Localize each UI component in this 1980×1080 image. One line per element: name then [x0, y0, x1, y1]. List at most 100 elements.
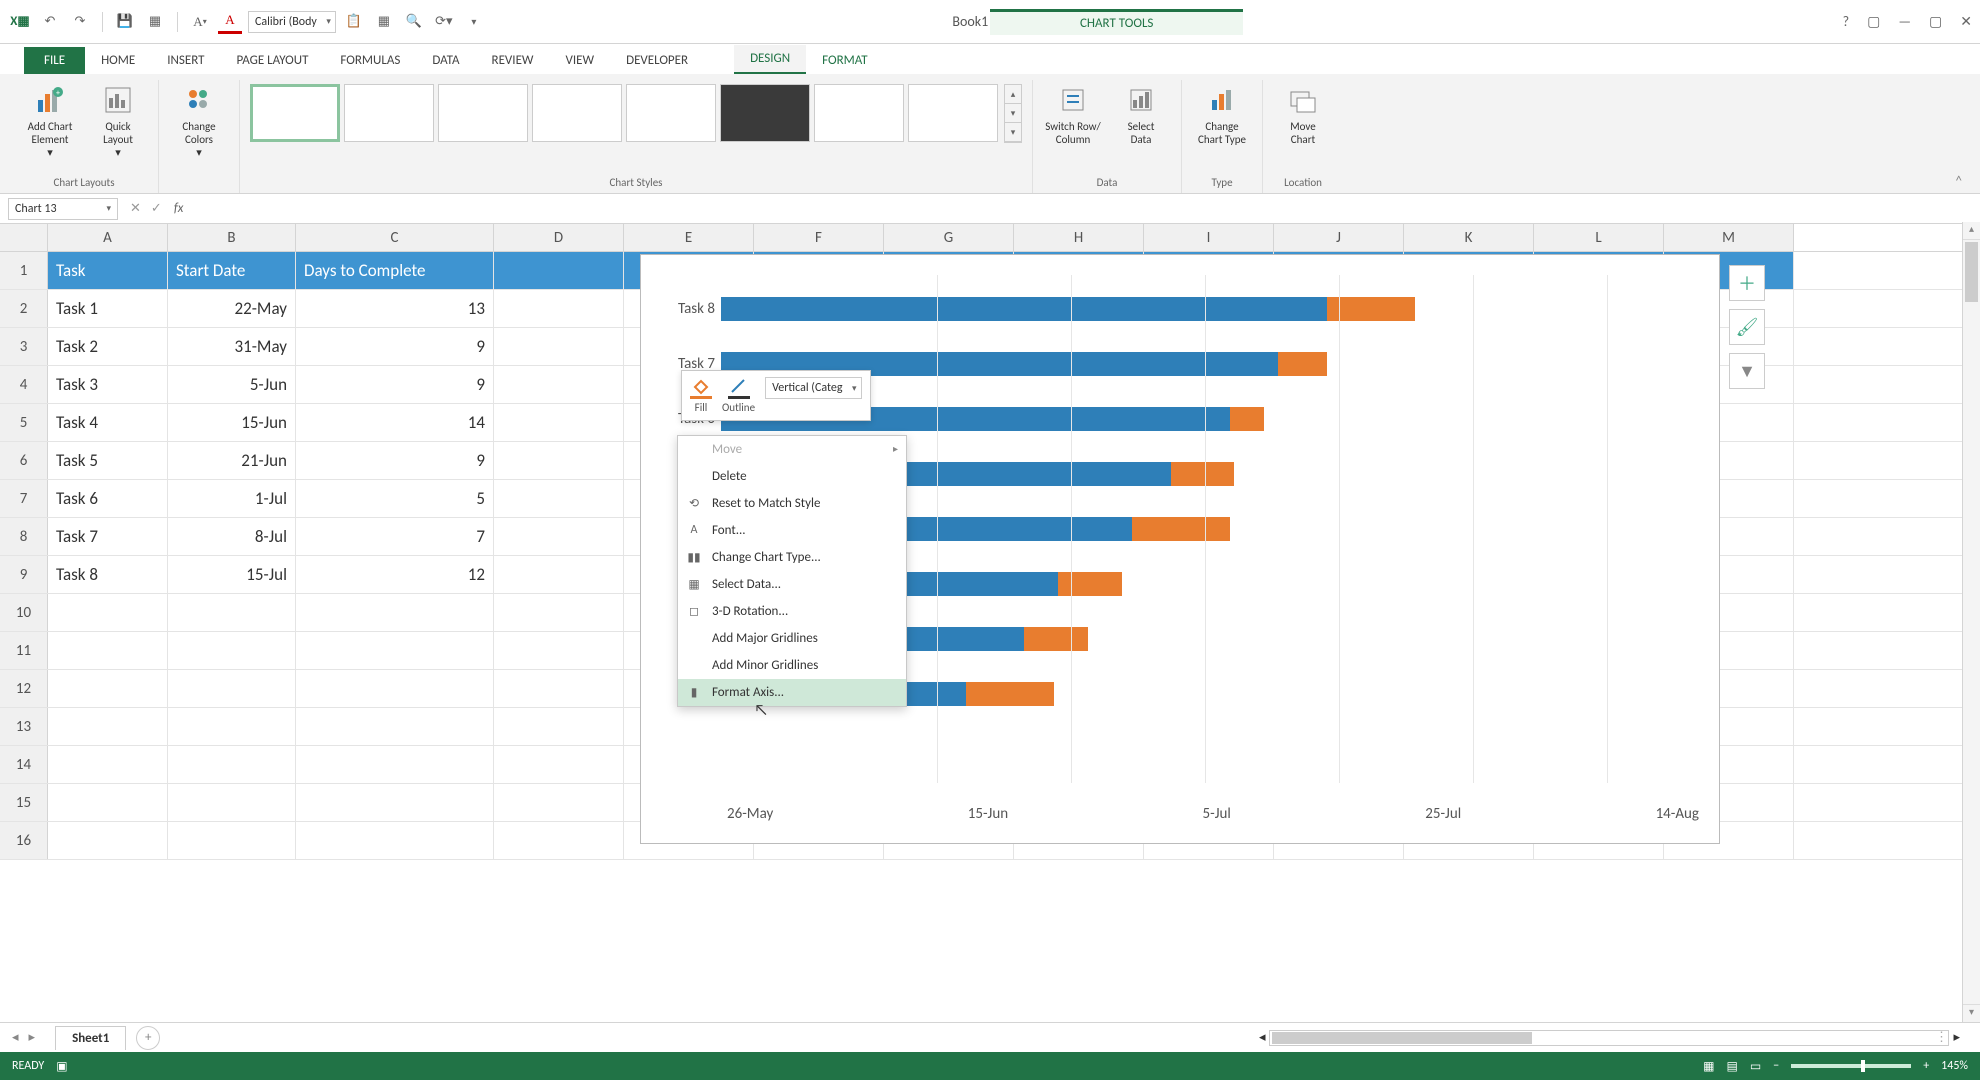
row-header[interactable]: 15 — [0, 784, 48, 821]
cell[interactable] — [494, 366, 624, 403]
row-header[interactable]: 12 — [0, 670, 48, 707]
cell[interactable]: Task 4 — [48, 404, 168, 441]
cell[interactable]: 15-Jun — [168, 404, 296, 441]
embedded-chart[interactable]: Task 8 Task 7 Task 6 Task 5 Task 4 Task … — [640, 254, 1720, 844]
cell[interactable] — [494, 518, 624, 555]
chart-bar-series2[interactable] — [1327, 297, 1415, 321]
undo-icon[interactable]: ↶ — [38, 10, 62, 34]
cell[interactable]: 5 — [296, 480, 494, 517]
col-header-E[interactable]: E — [624, 224, 754, 251]
chart-style-2[interactable] — [344, 84, 434, 142]
quick-layout-button[interactable]: Quick Layout▾ — [88, 80, 148, 159]
cell[interactable] — [48, 746, 168, 783]
cell[interactable]: 21-Jun — [168, 442, 296, 479]
chart-bar-series2[interactable] — [966, 682, 1054, 706]
cell[interactable] — [296, 594, 494, 631]
fx-icon[interactable]: fx — [174, 201, 184, 216]
cell[interactable]: Task 6 — [48, 480, 168, 517]
select-all-corner[interactable] — [0, 224, 48, 251]
menu-reset-match-style[interactable]: ⟲Reset to Match Style — [678, 490, 906, 517]
menu-add-minor-gridlines[interactable]: Add Minor Gridlines — [678, 652, 906, 679]
chart-elements-button[interactable]: ＋ — [1729, 265, 1765, 301]
col-header-I[interactable]: I — [1144, 224, 1274, 251]
col-header-L[interactable]: L — [1534, 224, 1664, 251]
cell[interactable] — [168, 746, 296, 783]
tab-design[interactable]: DESIGN — [734, 45, 806, 74]
cell[interactable] — [48, 822, 168, 859]
col-header-M[interactable]: M — [1664, 224, 1794, 251]
view-page-layout-icon[interactable]: ▤ — [1727, 1059, 1738, 1074]
qat-customize-icon[interactable]: ▾ — [462, 10, 486, 34]
ribbon-display-icon[interactable]: ▢ — [1867, 13, 1880, 30]
zoom-in-icon[interactable]: + — [1923, 1059, 1929, 1073]
cell[interactable]: 1-Jul — [168, 480, 296, 517]
tab-view[interactable]: VIEW — [550, 47, 611, 74]
row-header[interactable]: 5 — [0, 404, 48, 441]
chart-bar-series2[interactable] — [1058, 572, 1122, 596]
cell[interactable]: Days to Complete — [296, 252, 494, 289]
cell[interactable]: Start Date — [168, 252, 296, 289]
paste-icon[interactable]: 📋 — [342, 10, 366, 34]
cell[interactable] — [296, 708, 494, 745]
tab-data[interactable]: DATA — [416, 47, 475, 74]
font-name-picker[interactable]: Calibri (Body — [248, 11, 336, 33]
row-header[interactable]: 16 — [0, 822, 48, 859]
chart-bar-series2[interactable] — [1171, 462, 1235, 486]
tab-developer[interactable]: DEVELOPER — [610, 47, 704, 74]
chart-style-4[interactable] — [532, 84, 622, 142]
zoom-out-icon[interactable]: − — [1773, 1059, 1779, 1073]
menu-add-major-gridlines[interactable]: Add Major Gridlines — [678, 625, 906, 652]
row-header[interactable]: 9 — [0, 556, 48, 593]
tab-home[interactable]: HOME — [85, 47, 151, 74]
cell[interactable] — [168, 670, 296, 707]
cell[interactable] — [494, 746, 624, 783]
cell[interactable] — [494, 252, 624, 289]
menu-font[interactable]: AFont... — [678, 517, 906, 544]
view-normal-icon[interactable]: ▦ — [1703, 1059, 1714, 1074]
menu-3d-rotation[interactable]: ◻3-D Rotation... — [678, 598, 906, 625]
cell[interactable]: 5-Jun — [168, 366, 296, 403]
chart-style-scroller[interactable]: ▴▾▾ — [1004, 84, 1022, 143]
col-header-J[interactable]: J — [1274, 224, 1404, 251]
cell[interactable] — [296, 632, 494, 669]
cell[interactable]: 31-May — [168, 328, 296, 365]
col-header-D[interactable]: D — [494, 224, 624, 251]
col-header-F[interactable]: F — [754, 224, 884, 251]
fill-button[interactable]: Fill — [690, 377, 712, 414]
col-header-A[interactable]: A — [48, 224, 168, 251]
row-header[interactable]: 14 — [0, 746, 48, 783]
calendar-icon[interactable]: ▦ — [372, 10, 396, 34]
view-page-break-icon[interactable]: ▭ — [1750, 1059, 1761, 1074]
cell[interactable]: 22-May — [168, 290, 296, 327]
chart-style-8[interactable] — [908, 84, 998, 142]
maximize-icon[interactable]: ▢ — [1929, 13, 1942, 30]
cell[interactable] — [494, 632, 624, 669]
tab-file[interactable]: FILE — [24, 47, 85, 74]
row-header[interactable]: 11 — [0, 632, 48, 669]
cell[interactable] — [296, 822, 494, 859]
row-header[interactable]: 7 — [0, 480, 48, 517]
chart-style-5[interactable] — [626, 84, 716, 142]
cell[interactable]: Task 5 — [48, 442, 168, 479]
tab-formulas[interactable]: FORMULAS — [324, 47, 416, 74]
tab-page-layout[interactable]: PAGE LAYOUT — [221, 47, 325, 74]
save-icon[interactable]: 💾 — [113, 10, 137, 34]
row-header[interactable]: 8 — [0, 518, 48, 555]
cell[interactable]: 14 — [296, 404, 494, 441]
cell[interactable]: Task — [48, 252, 168, 289]
col-header-G[interactable]: G — [884, 224, 1014, 251]
sheet-nav-next[interactable]: ▸ — [29, 1030, 36, 1045]
cell[interactable] — [48, 594, 168, 631]
cell[interactable] — [494, 556, 624, 593]
chart-bar-series2[interactable] — [1230, 407, 1264, 431]
select-data-button[interactable]: Select Data — [1111, 80, 1171, 146]
cell[interactable] — [494, 594, 624, 631]
cell[interactable]: 9 — [296, 366, 494, 403]
help-icon[interactable]: ? — [1843, 13, 1850, 30]
collapse-ribbon-icon[interactable]: ^ — [1948, 170, 1970, 193]
cell[interactable] — [494, 708, 624, 745]
switch-row-column-button[interactable]: Switch Row/ Column — [1043, 80, 1103, 146]
name-box[interactable]: Chart 13 — [8, 198, 118, 220]
tab-review[interactable]: REVIEW — [476, 47, 550, 74]
col-header-K[interactable]: K — [1404, 224, 1534, 251]
